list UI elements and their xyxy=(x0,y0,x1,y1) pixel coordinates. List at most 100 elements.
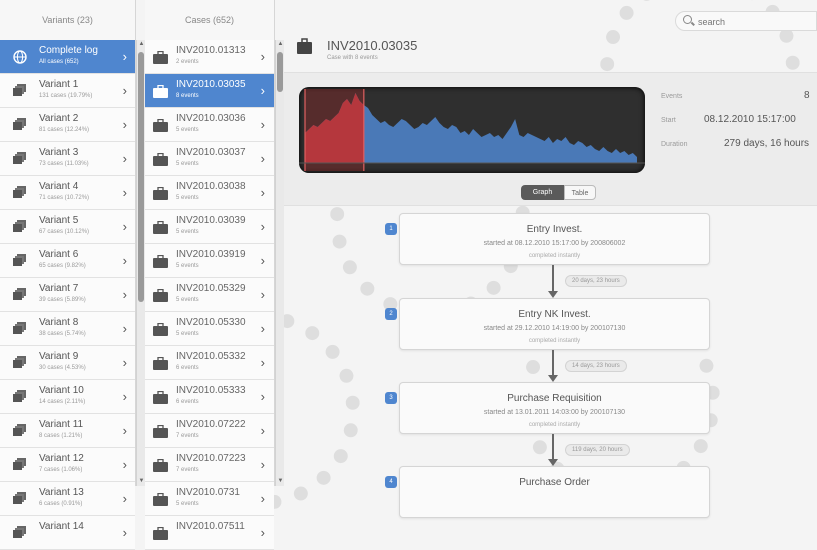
chevron-right-icon: › xyxy=(122,525,127,540)
chevron-right-icon: › xyxy=(122,185,127,200)
variant-list-item[interactable]: Variant 3 73 cases (11.03%) › xyxy=(0,142,135,176)
variant-list-item[interactable]: Variant 4 71 cases (10.72%) › xyxy=(0,176,135,210)
flow-connector xyxy=(552,265,554,291)
variant-list-item[interactable]: Variant 2 81 cases (12.24%) › xyxy=(0,108,135,142)
variant-list-item[interactable]: Variant 8 38 cases (5.74%) › xyxy=(0,312,135,346)
variant-title: Variant 7 xyxy=(39,283,79,294)
case-list-item[interactable]: INV2010.05330 5 events › xyxy=(145,312,274,346)
table-view-button[interactable]: Table xyxy=(564,185,596,200)
case-id: INV2010.03038 xyxy=(176,181,246,192)
case-list-item[interactable]: INV2010.05332 6 events › xyxy=(145,346,274,380)
chevron-right-icon: › xyxy=(122,321,127,336)
variant-list-item[interactable]: Variant 5 67 cases (10.12%) › xyxy=(0,210,135,244)
variant-list-item[interactable]: Variant 13 6 cases (0.91%) › xyxy=(0,482,135,516)
case-id: INV2010.01313 xyxy=(176,45,246,56)
case-list-item[interactable]: INV2010.07222 7 events › xyxy=(145,414,274,448)
case-list-item[interactable]: INV2010.03037 5 events › xyxy=(145,142,274,176)
event-node[interactable]: Entry NK Invest. started at 29.12.2010 14… xyxy=(399,298,710,350)
variant-title: Variant 8 xyxy=(39,317,79,328)
variant-stack-icon xyxy=(13,492,27,505)
scroll-thumb[interactable] xyxy=(138,52,144,302)
case-list-item[interactable]: INV2010.03039 5 events › xyxy=(145,210,274,244)
graph-view-button[interactable]: Graph xyxy=(521,185,564,200)
arrow-down-icon xyxy=(548,459,558,466)
chevron-right-icon: › xyxy=(260,253,265,268)
case-list-item[interactable]: INV2010.0731 5 events › xyxy=(145,482,274,516)
chevron-right-icon: › xyxy=(260,49,265,64)
variant-list-item[interactable]: Variant 6 65 cases (9.82%) › xyxy=(0,244,135,278)
chevron-right-icon: › xyxy=(122,491,127,506)
briefcase-icon xyxy=(153,186,168,200)
variant-subtitle: 6 cases (0.91%) xyxy=(39,501,83,507)
event-node[interactable]: Purchase Requisition started at 13.01.201… xyxy=(399,382,710,434)
transition-duration: 14 days, 23 hours xyxy=(565,360,627,372)
variant-subtitle: 30 cases (4.53%) xyxy=(39,365,86,371)
variant-list-item[interactable]: Variant 9 30 cases (4.53%) › xyxy=(0,346,135,380)
variant-list-item[interactable]: Variant 10 14 cases (2.11%) › xyxy=(0,380,135,414)
chevron-right-icon: › xyxy=(260,355,265,370)
briefcase-icon xyxy=(153,458,168,472)
briefcase-icon xyxy=(153,322,168,336)
variant-stack-icon xyxy=(13,118,27,131)
variant-stack-icon xyxy=(13,458,27,471)
event-number-badge: 3 xyxy=(385,392,397,404)
search-input[interactable] xyxy=(698,14,808,29)
case-list-item[interactable]: INV2010.07223 7 events › xyxy=(145,448,274,482)
chevron-right-icon: › xyxy=(122,389,127,404)
event-name: Purchase Requisition xyxy=(507,393,602,404)
variant-list-item[interactable]: Variant 11 8 cases (1.21%) › xyxy=(0,414,135,448)
cases-header: Cases (652) xyxy=(184,15,235,25)
case-list-item[interactable]: INV2010.03919 5 events › xyxy=(145,244,274,278)
case-list-item[interactable]: INV2010.03036 5 events › xyxy=(145,108,274,142)
variant-subtitle: 73 cases (11.03%) xyxy=(39,161,89,167)
case-subtitle: Case with 8 events xyxy=(327,55,378,61)
variant-complete-log[interactable]: Complete log All cases (652) › xyxy=(0,40,135,74)
event-info: started at 08.12.2010 15:17:00 by 200806… xyxy=(483,240,626,247)
event-name: Entry Invest. xyxy=(526,224,583,235)
chevron-right-icon: › xyxy=(122,287,127,302)
variant-list-item[interactable]: Variant 7 39 cases (5.89%) › xyxy=(0,278,135,312)
variant-subtitle: 39 cases (5.89%) xyxy=(39,297,86,303)
case-list-item[interactable]: INV2010.03038 5 events › xyxy=(145,176,274,210)
case-list-item[interactable]: INV2010.01313 2 events › xyxy=(145,40,274,74)
scroll-thumb[interactable] xyxy=(277,52,283,92)
briefcase-icon xyxy=(153,526,168,540)
case-detail-panel: INV2010.03035 Case with 8 events Events … xyxy=(284,0,817,518)
event-node[interactable]: Purchase Order xyxy=(399,466,710,518)
chevron-right-icon: › xyxy=(260,287,265,302)
variants-scrollbar[interactable]: ▲ ▼ xyxy=(136,40,145,486)
case-id: INV2010.03037 xyxy=(176,147,246,158)
variant-title: Variant 11 xyxy=(39,419,84,430)
event-info: started at 13.01.2011 14:03:00 by 200107… xyxy=(483,409,626,416)
case-list-item[interactable]: INV2010.05333 6 events › xyxy=(145,380,274,414)
events-value: 8 xyxy=(804,90,810,101)
variant-title: Variant 9 xyxy=(39,351,79,362)
chevron-right-icon: › xyxy=(260,491,265,506)
case-list-item[interactable]: INV2010.07511 › xyxy=(145,516,274,550)
case-id: INV2010.03036 xyxy=(176,113,246,124)
variant-subtitle: 14 cases (2.11%) xyxy=(39,399,86,405)
variant-subtitle: 81 cases (12.24%) xyxy=(39,127,90,133)
variant-stack-icon xyxy=(13,186,27,199)
chevron-right-icon: › xyxy=(260,389,265,404)
briefcase-icon xyxy=(153,118,168,132)
chevron-right-icon: › xyxy=(260,185,265,200)
variants-panel: Variants (23) Complete log All cases (652… xyxy=(0,0,136,550)
cases-scrollbar[interactable]: ▲ ▼ xyxy=(275,40,284,486)
variant-title: Variant 2 xyxy=(39,113,79,124)
variant-subtitle: 8 cases (1.21%) xyxy=(39,433,83,439)
case-id: INV2010.05333 xyxy=(176,385,246,396)
event-name: Entry NK Invest. xyxy=(518,309,591,320)
variants-header: Variants (23) xyxy=(42,15,93,25)
variant-list-item[interactable]: Variant 12 7 cases (1.06%) › xyxy=(0,448,135,482)
case-list-item[interactable]: INV2010.05329 5 events › xyxy=(145,278,274,312)
variant-stack-icon xyxy=(13,526,27,539)
variant-list-item[interactable]: Variant 1 131 cases (19.79%) › xyxy=(0,74,135,108)
variant-stack-icon xyxy=(13,288,27,301)
search-box[interactable] xyxy=(675,11,817,31)
variant-list-item[interactable]: Variant 14 › xyxy=(0,516,135,550)
cases-list: INV2010.01313 2 events › INV2010.03035 8 eve… xyxy=(145,40,274,550)
event-node[interactable]: Entry Invest. started at 08.12.2010 15:17… xyxy=(399,213,710,265)
case-list-item[interactable]: INV2010.03035 8 events › xyxy=(145,74,274,108)
event-number-badge: 2 xyxy=(385,308,397,320)
